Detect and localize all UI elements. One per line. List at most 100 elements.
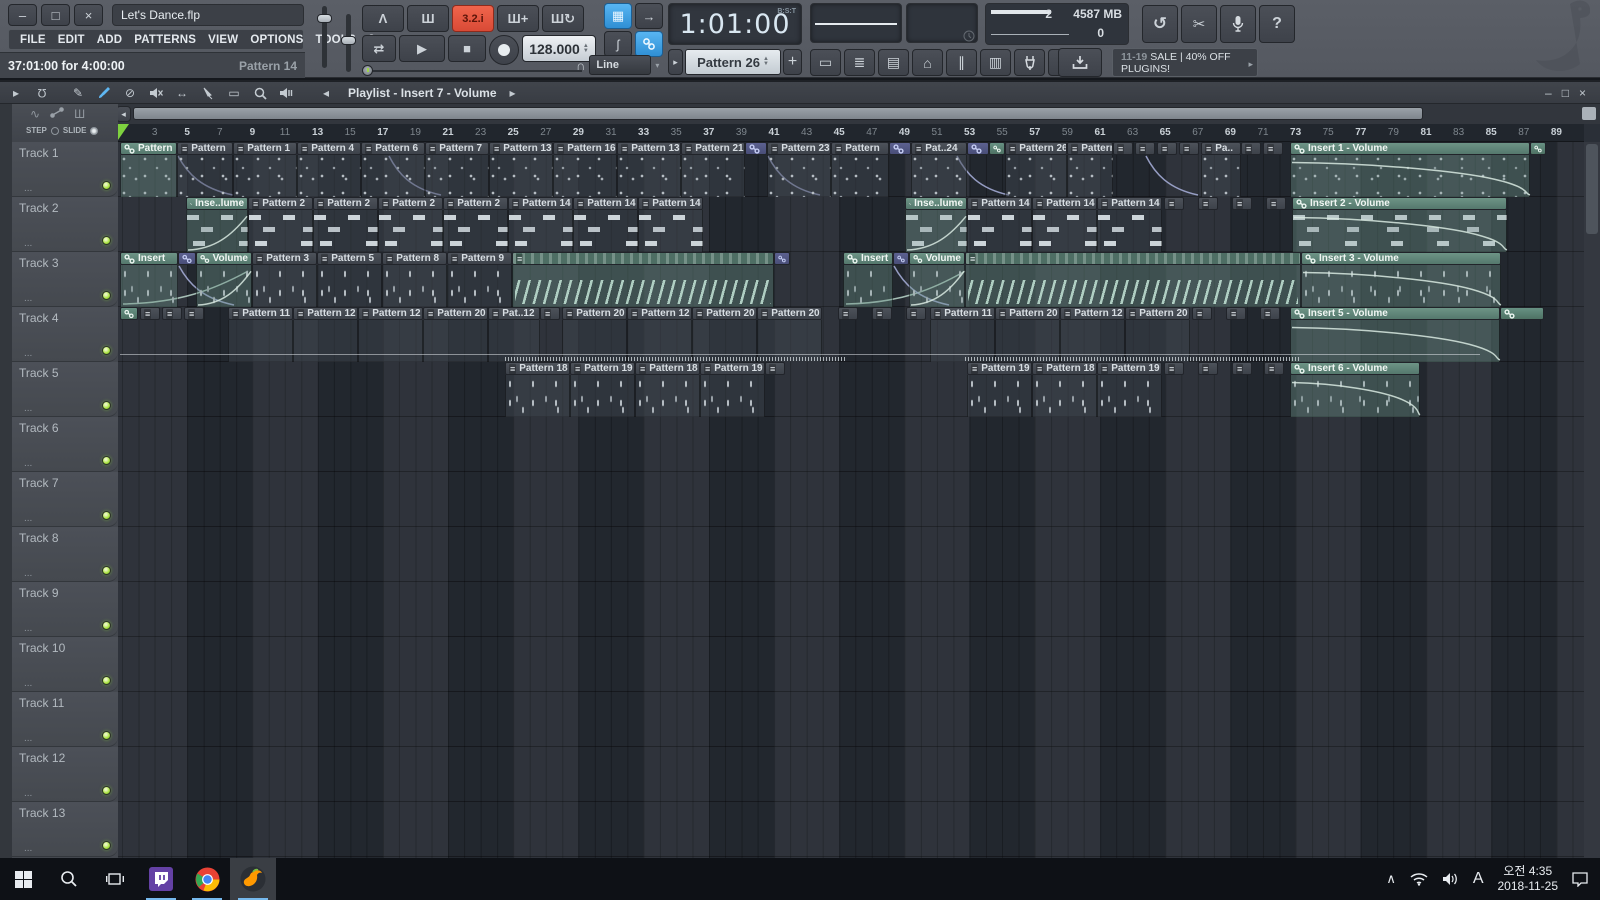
clip-header[interactable]: Volume [196, 252, 252, 265]
clip-header[interactable]: ≡ [1260, 307, 1280, 320]
track-enable-led[interactable] [102, 676, 111, 685]
slicer-button[interactable]: ✂ [1181, 5, 1217, 43]
automation-tab-icon[interactable] [50, 107, 64, 121]
clip-body[interactable] [967, 210, 1032, 252]
clip-header[interactable] [1530, 142, 1546, 155]
pattern-clip[interactable]: ≡Pattern 14 [967, 197, 1032, 252]
clip-header[interactable]: ≡Pattern 12 [1060, 307, 1125, 320]
clip-header[interactable] [893, 252, 909, 265]
scroll-zoom-button[interactable] [1582, 107, 1596, 120]
clip-body[interactable] [1060, 320, 1125, 362]
clip-header[interactable]: ≡Pattern 2 [248, 197, 313, 210]
magnet-icon[interactable]: Ω [32, 86, 52, 100]
clip-header[interactable]: ≡ [1179, 142, 1199, 155]
track-header-3[interactable]: Track 3... [12, 252, 118, 307]
clip-header[interactable]: ≡Pattern 14 [967, 197, 1032, 210]
clip-body[interactable] [297, 155, 361, 197]
task-view-button[interactable] [92, 858, 138, 900]
clip-body[interactable] [1097, 210, 1162, 252]
clip-header[interactable]: Insert 3 - Volume [1301, 252, 1501, 265]
clip-header[interactable]: ≡Pattern 20 [692, 307, 757, 320]
clip-header[interactable]: ≡Pattern 14 [638, 197, 703, 210]
clip-header[interactable]: ≡Pattern 18 [635, 362, 700, 375]
wifi-icon[interactable] [1410, 872, 1428, 886]
clip-header[interactable]: ≡ [838, 307, 858, 320]
pattern-clip[interactable]: ≡Pa.. [1201, 142, 1241, 197]
restore-button[interactable]: □ [41, 4, 70, 26]
pattern-clip[interactable]: ≡Pattern 14 [508, 197, 573, 252]
clip-body[interactable] [1290, 375, 1420, 417]
repeat-button[interactable]: ⇄ [362, 35, 396, 62]
link-button[interactable] [635, 31, 663, 57]
ime-indicator[interactable]: A [1473, 870, 1484, 888]
clip-body[interactable] [512, 265, 774, 307]
pattern-clip[interactable]: ≡Pattern 2 [313, 197, 378, 252]
play-button[interactable]: ▶ [399, 35, 445, 62]
clip-header[interactable]: ≡ [965, 252, 1301, 265]
taskbar-flstudio-button[interactable] [230, 858, 276, 900]
loop-record-button[interactable]: Ш↻ [542, 5, 584, 32]
clip-body[interactable] [505, 375, 570, 417]
pattern-clip[interactable]: ≡Pattern 2 [378, 197, 443, 252]
snap-dropdown-icon[interactable]: ▾ [655, 61, 659, 70]
track-enable-led[interactable] [102, 731, 111, 740]
clip-body[interactable] [317, 265, 382, 307]
clip-header[interactable] [745, 142, 767, 155]
clip-header[interactable]: ≡Pattern 19 [1097, 362, 1162, 375]
countdown-button[interactable]: 3.2.i [452, 5, 494, 32]
link-clip[interactable] [774, 252, 790, 307]
track-enable-led[interactable] [102, 786, 111, 795]
link-clip[interactable] [1500, 307, 1544, 362]
clip-body[interactable] [562, 320, 627, 362]
download-news-button[interactable] [1058, 48, 1102, 77]
pattern-clip[interactable]: ≡Pattern 2 [443, 197, 508, 252]
playlist-grid[interactable]: Pattern≡Pattern≡Pattern 1≡Pattern 4≡Patt… [118, 142, 1584, 860]
clip-header[interactable]: ≡Pattern [177, 142, 233, 155]
clip-header[interactable]: ≡Pattern 2 [378, 197, 443, 210]
pattern-clip-mini[interactable]: ≡ [1264, 362, 1284, 417]
pattern-clip[interactable]: ≡Pattern 16 [553, 142, 617, 197]
clip-header[interactable]: ≡ [162, 307, 182, 320]
link-clip[interactable] [745, 142, 767, 197]
draw-tool-icon[interactable]: ✎ [68, 86, 88, 100]
typing-keyboard-button[interactable]: Ш+ [497, 5, 539, 32]
clip-header[interactable]: Inse..lume [186, 197, 248, 210]
pattern-clip[interactable]: ≡Pattern 14 [638, 197, 703, 252]
clip-header[interactable]: ≡ [1198, 197, 1218, 210]
menu-item-edit[interactable]: EDIT [53, 33, 90, 47]
clip-body[interactable] [638, 210, 703, 252]
master-pitch-slider[interactable] [346, 14, 351, 72]
piano-roll-button[interactable]: ▤ [878, 49, 909, 76]
close-button[interactable]: × [74, 4, 103, 26]
clip-header[interactable]: ≡ [906, 307, 926, 320]
plugin-picker-button[interactable] [1014, 49, 1045, 76]
clip-header[interactable]: ≡Pattern 20 [757, 307, 822, 320]
track-enable-led[interactable] [102, 236, 111, 245]
news-arrow-icon[interactable]: ▸ [1248, 59, 1253, 70]
pattern-clip[interactable]: ≡Pattern [177, 142, 233, 197]
pattern-clip[interactable]: ≡Pattern 19 [570, 362, 635, 417]
clip-header[interactable]: ≡ [1192, 307, 1212, 320]
pattern-clip[interactable]: ≡Pattern 8 [382, 252, 447, 307]
pattern-tab-icon[interactable]: Ш [74, 107, 85, 121]
pattern-clip[interactable]: ≡Pat..24 [911, 142, 967, 197]
pattern-clip[interactable]: ≡Pattern 19 [1097, 362, 1162, 417]
clip-body[interactable] [1292, 210, 1507, 252]
clip-header[interactable]: ≡ [1135, 142, 1155, 155]
taskbar-chrome-button[interactable] [184, 858, 230, 900]
clip-header[interactable]: ≡Pattern 16 [553, 142, 617, 155]
clip-body[interactable] [1067, 155, 1113, 197]
automation-clip[interactable]: Volume [909, 252, 965, 307]
clip-header[interactable]: ≡Pattern 7 [425, 142, 489, 155]
clip-body[interactable] [553, 155, 617, 197]
record-button[interactable] [489, 35, 519, 65]
action-center-icon[interactable] [1572, 872, 1588, 887]
clip-body[interactable] [361, 155, 425, 197]
stop-button[interactable]: ■ [448, 35, 486, 62]
slip-tool-icon[interactable]: ↔ [172, 86, 192, 100]
link-clip[interactable] [893, 252, 909, 307]
clip-body[interactable] [423, 320, 488, 362]
pattern-clip[interactable]: ≡Pattern 13 [489, 142, 553, 197]
automation-clip[interactable]: Inse..lume [905, 197, 967, 252]
pattern-selector[interactable]: Pattern 26 ▲▼ [685, 49, 781, 75]
